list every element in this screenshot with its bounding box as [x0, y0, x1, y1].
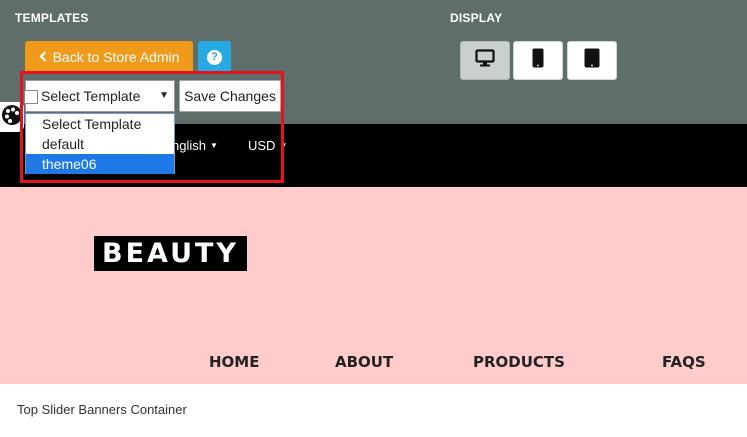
menu-item-about[interactable]: ABOUT	[335, 353, 393, 371]
display-label: DISPLAY	[450, 11, 503, 25]
currency-selector[interactable]: USD ▼	[248, 138, 287, 153]
template-option-highlighted[interactable]: theme06	[26, 154, 174, 174]
palette-icon	[1, 104, 23, 131]
template-select[interactable]: Select Template ▼	[25, 80, 175, 112]
chevron-down-icon: ▼	[159, 90, 169, 101]
currency-label: USD	[248, 138, 276, 153]
help-button[interactable]: ?	[198, 41, 231, 73]
template-dropdown-list: Select Template default theme06	[25, 113, 175, 174]
menu-item-products[interactable]: PRODUCTS	[473, 353, 565, 371]
chevron-left-icon	[39, 49, 47, 65]
slider-container-caption: Top Slider Banners Container	[17, 402, 187, 417]
back-button-label: Back to Store Admin	[52, 49, 180, 65]
menu-item-home[interactable]: HOME	[209, 353, 259, 371]
phone-icon	[532, 48, 544, 73]
menu-item-faqs[interactable]: FAQS	[662, 353, 706, 371]
back-to-store-admin-button[interactable]: Back to Store Admin	[25, 41, 193, 73]
language-label: nglish	[172, 138, 206, 153]
checkbox[interactable]	[24, 90, 38, 104]
template-option[interactable]: default	[26, 134, 174, 154]
templates-label: TEMPLATES	[15, 11, 89, 25]
tablet-icon	[584, 48, 600, 73]
desktop-icon	[475, 49, 495, 72]
desktop-view-button[interactable]	[460, 41, 510, 80]
template-select-value: Select Template	[41, 88, 141, 104]
tablet-view-button[interactable]	[567, 41, 617, 80]
caret-down-icon: ▼	[279, 141, 288, 150]
mobile-view-button[interactable]	[513, 41, 563, 80]
save-changes-button[interactable]: Save Changes	[179, 80, 281, 112]
caret-down-icon: ▼	[209, 141, 218, 150]
question-circle-icon: ?	[207, 49, 222, 65]
store-logo[interactable]: BEAUTY	[94, 236, 247, 271]
template-option[interactable]: Select Template	[26, 114, 174, 134]
settings-widget[interactable]	[0, 102, 24, 132]
language-selector[interactable]: nglish ▼	[172, 138, 218, 153]
